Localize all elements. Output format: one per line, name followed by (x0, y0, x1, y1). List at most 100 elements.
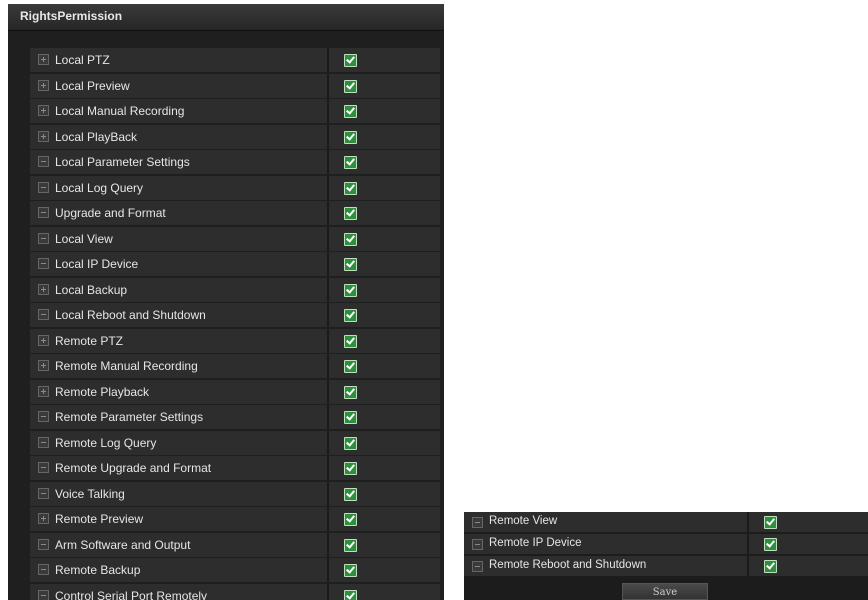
permission-row: Remote Playback (30, 379, 440, 404)
permission-label: Remote Reboot and Shutdown (489, 559, 647, 571)
permission-checkbox-icon[interactable] (344, 385, 357, 399)
permission-checkbox-icon[interactable] (344, 360, 357, 373)
permission-checkbox-icon[interactable] (344, 462, 357, 475)
permission-label: Local Log Query (55, 180, 144, 195)
collapse-minus-icon[interactable] (38, 564, 49, 575)
collapse-minus-icon[interactable] (38, 411, 49, 422)
permission-checkbox-icon[interactable] (344, 79, 357, 93)
permission-checkbox-icon[interactable] (344, 283, 357, 297)
permission-name-cell: Remote Playback (30, 379, 329, 404)
permission-row: Remote Upgrade and Format (30, 456, 440, 480)
permission-checkbox-icon[interactable] (344, 105, 357, 118)
permission-checkbox-icon[interactable] (344, 54, 357, 67)
collapse-minus-icon[interactable] (38, 462, 49, 473)
permission-checkbox-icon[interactable] (344, 207, 357, 220)
permission-label: Remote Manual Recording (55, 359, 198, 373)
permission-row: Local Log Query (30, 175, 440, 200)
permission-name-cell: Remote Manual Recording (30, 354, 329, 378)
permission-label: Local PTZ (55, 53, 110, 67)
collapse-minus-icon[interactable] (38, 258, 49, 269)
permission-row: Remote Parameter Settings (30, 405, 440, 429)
permission-checkbox-icon[interactable] (344, 538, 357, 552)
permission-checkbox-icon[interactable] (764, 516, 777, 529)
expand-plus-icon[interactable] (38, 360, 49, 371)
collapse-minus-icon[interactable] (38, 487, 49, 499)
permission-label: Local IP Device (55, 257, 139, 271)
permission-name-cell: Local PTZ (30, 48, 329, 72)
permission-label: Remote Playback (55, 384, 150, 399)
permission-checkbox-icon[interactable] (344, 589, 357, 600)
permission-row: Local Reboot and Shutdown (30, 303, 440, 327)
permission-name-cell: Upgrade and Format (30, 201, 329, 225)
expand-plus-icon[interactable] (38, 385, 49, 397)
expand-plus-icon[interactable] (38, 54, 49, 65)
expand-plus-icon[interactable] (38, 283, 49, 295)
permission-checkbox-icon[interactable] (344, 487, 357, 501)
permission-label: Remote Preview (55, 512, 144, 526)
permission-name-cell: Local Manual Recording (30, 99, 329, 123)
permission-label: Local Manual Recording (55, 104, 185, 118)
permission-checkbox-icon[interactable] (764, 560, 777, 573)
permission-label: Upgrade and Format (55, 206, 166, 220)
permission-checkbox-icon[interactable] (344, 232, 357, 246)
permission-label: Local Preview (55, 78, 130, 93)
permission-row: Remote Preview (30, 507, 440, 531)
permission-label: Remote IP Device (489, 537, 582, 549)
permission-label: Local PlayBack (55, 129, 138, 144)
collapse-minus-icon[interactable] (38, 309, 49, 320)
permission-name-cell: Remote Log Query (30, 430, 329, 455)
permission-row: Remote IP Device (464, 534, 868, 554)
permission-label: Voice Talking (55, 486, 125, 501)
panel-title: RightsPermission (20, 9, 123, 23)
permission-row: Local Preview (30, 73, 440, 98)
permission-label: Remote PTZ (55, 333, 124, 348)
permission-name-cell: Voice Talking (30, 481, 329, 506)
permission-label: Local View (55, 231, 113, 246)
collapse-minus-icon[interactable] (472, 539, 483, 550)
permission-row: Local IP Device (30, 252, 440, 276)
permission-checkbox-icon[interactable] (344, 411, 357, 424)
collapse-minus-icon[interactable] (38, 589, 49, 600)
permission-checkbox-icon[interactable] (344, 436, 357, 450)
permission-checkbox-icon[interactable] (344, 156, 357, 169)
collapse-minus-icon[interactable] (38, 436, 49, 448)
permission-name-cell: Local View (30, 226, 329, 251)
expand-plus-icon[interactable] (38, 334, 49, 346)
permission-checkbox-icon[interactable] (344, 258, 357, 271)
permission-checkbox-icon[interactable] (344, 309, 357, 322)
panel-header: RightsPermission (8, 4, 444, 31)
collapse-minus-icon[interactable] (38, 156, 49, 167)
permission-checkbox-icon[interactable] (344, 130, 357, 144)
permission-name-cell: Control Serial Port Remotely (30, 583, 329, 600)
permission-name-cell: Local Log Query (30, 175, 329, 200)
permission-checkbox-icon[interactable] (344, 334, 357, 348)
panel-body: Local PTZ Local Preview Local Manual Recor… (8, 31, 444, 600)
collapse-minus-icon[interactable] (472, 561, 483, 572)
permission-checkbox-icon[interactable] (344, 181, 357, 195)
collapse-minus-icon[interactable] (472, 517, 483, 528)
permission-row: Upgrade and Format (30, 201, 440, 225)
expand-plus-icon[interactable] (38, 79, 49, 91)
permission-name-cell: Arm Software and Output (30, 532, 329, 557)
expand-plus-icon[interactable] (38, 105, 49, 116)
permission-name-cell: Remote Preview (30, 507, 329, 531)
expand-plus-icon[interactable] (38, 513, 49, 524)
permission-row: Local View (30, 226, 440, 251)
permission-name-cell: Remote View (464, 512, 749, 532)
permission-name-cell: Remote Reboot and Shutdown (464, 556, 749, 576)
collapse-minus-icon[interactable] (38, 207, 49, 218)
save-button[interactable]: Save (622, 583, 708, 600)
permission-checkbox-icon[interactable] (344, 513, 357, 526)
permission-label: Arm Software and Output (55, 537, 191, 552)
permission-checkbox-icon[interactable] (344, 564, 357, 577)
permission-row: Control Serial Port Remotely (30, 583, 440, 600)
permission-row: Remote View (464, 512, 868, 532)
permission-checkbox-icon[interactable] (764, 538, 777, 551)
collapse-minus-icon[interactable] (38, 232, 49, 244)
permission-row: Arm Software and Output (30, 532, 440, 557)
collapse-minus-icon[interactable] (38, 538, 49, 550)
collapse-minus-icon[interactable] (38, 181, 49, 193)
permission-label: Local Parameter Settings (55, 155, 190, 169)
expand-plus-icon[interactable] (38, 130, 49, 142)
permission-label: Remote Log Query (55, 435, 157, 450)
